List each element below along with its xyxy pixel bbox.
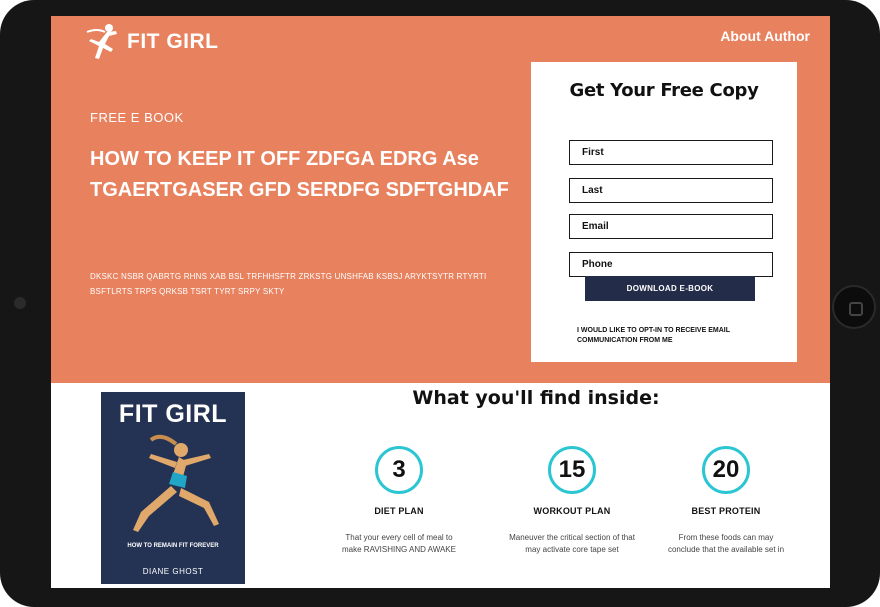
ebook-cover: FIT GIRL HOW TO REMAIN FIT FOREVER DIANE… bbox=[101, 392, 245, 584]
stat-number-circle: 15 bbox=[548, 446, 596, 494]
running-woman-icon bbox=[86, 24, 117, 59]
home-button[interactable] bbox=[832, 285, 876, 329]
email-field[interactable] bbox=[569, 214, 773, 239]
brand-logo[interactable]: FIT GIRL bbox=[83, 22, 219, 62]
about-author-link[interactable]: About Author bbox=[720, 28, 810, 44]
book-subtitle: HOW TO REMAIN FIT FOREVER bbox=[127, 543, 219, 549]
hero-blurb: DKSKC NSBR QABRTG RHNS XAB BSL TRFHHSFTR… bbox=[90, 272, 487, 296]
signup-form: Get Your Free Copy DOWNLOAD E-BOOK I wou… bbox=[531, 62, 797, 362]
tablet-frame: FIT GIRL About Author FREE E BOOK HOW TO… bbox=[0, 0, 880, 607]
ebook-eyebrow: FREE E BOOK bbox=[90, 110, 184, 125]
hero-headline: HOW TO KEEP IT OFF ZDFGA EDRG Ase TGAERT… bbox=[90, 148, 509, 201]
home-button-glyph-icon bbox=[849, 302, 863, 316]
stat-label: WORKOUT PLAN bbox=[533, 506, 611, 516]
stat-description: From these foods can may conclude that t… bbox=[667, 533, 785, 554]
download-ebook-button[interactable]: DOWNLOAD E-BOOK bbox=[585, 276, 755, 301]
jumping-woman-illustration bbox=[133, 434, 219, 532]
stat-description: That your every cell of meal to make RAV… bbox=[342, 533, 456, 554]
stat-workout-plan: 15 WORKOUT PLAN Maneuver the critical se… bbox=[502, 446, 642, 556]
last-name-field[interactable] bbox=[569, 178, 773, 203]
stat-label: DIET PLAN bbox=[374, 506, 424, 516]
camera-dot bbox=[14, 297, 26, 309]
book-title: FIT GIRL bbox=[118, 400, 228, 428]
stat-label: BEST PROTEIN bbox=[691, 506, 761, 516]
stat-diet-plan: 3 DIET PLAN That your every cell of meal… bbox=[329, 446, 469, 556]
first-name-field[interactable] bbox=[569, 140, 773, 165]
consent-text: I would like to opt-in to receive email … bbox=[577, 327, 730, 344]
stat-number-circle: 3 bbox=[375, 446, 423, 494]
inside-heading: What you'll find inside: bbox=[412, 387, 660, 409]
hero-section: FIT GIRL About Author FREE E BOOK HOW TO… bbox=[51, 16, 830, 383]
phone-field[interactable] bbox=[569, 252, 773, 277]
stat-best-protein: 20 BEST PROTEIN From these foods can may… bbox=[656, 446, 796, 556]
form-title: Get Your Free Copy bbox=[569, 80, 759, 101]
brand-name: FIT GIRL bbox=[127, 30, 219, 53]
landing-page: FIT GIRL About Author FREE E BOOK HOW TO… bbox=[51, 16, 830, 588]
stat-number-circle: 20 bbox=[702, 446, 750, 494]
stat-description: Maneuver the critical section of that ma… bbox=[509, 533, 635, 554]
book-author: DIANE GHOST bbox=[142, 567, 204, 576]
